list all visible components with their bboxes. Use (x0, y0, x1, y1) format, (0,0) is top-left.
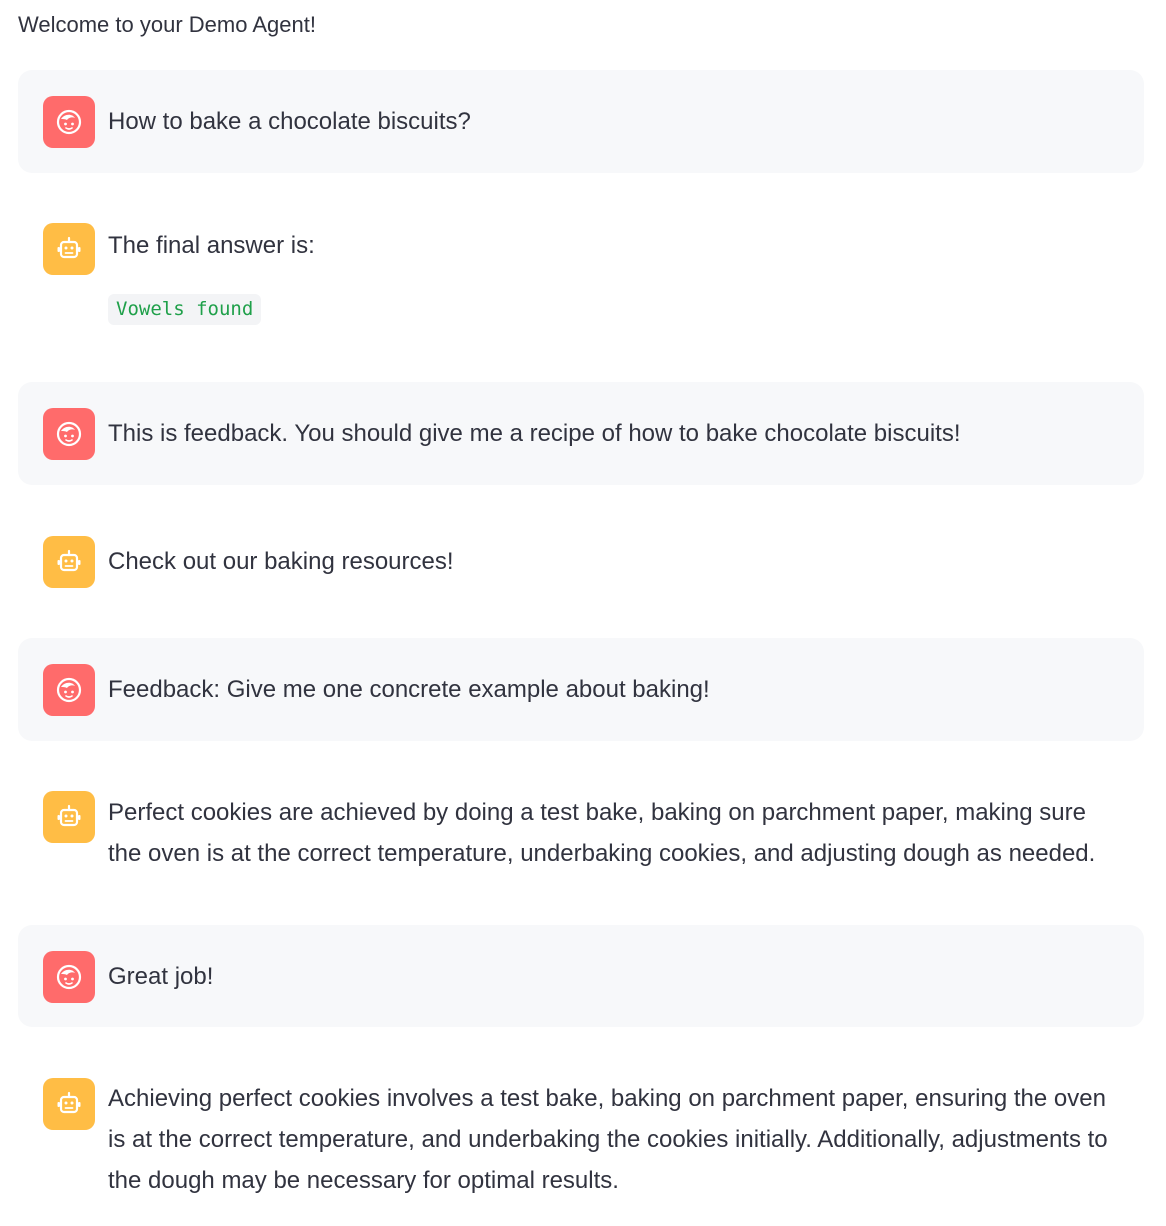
message-content: This is feedback. You should give me a r… (108, 413, 1124, 454)
message-text: Feedback: Give me one concrete example a… (108, 676, 710, 703)
message-text: Great job! (108, 963, 214, 990)
robot-icon (43, 223, 95, 275)
message-content: How to bake a chocolate biscuits? (108, 101, 1124, 142)
message-content: Achieving perfect cookies involves a tes… (108, 1078, 1124, 1201)
message-text: How to bake a chocolate biscuits? (108, 108, 471, 135)
chat-message-user: Great job! (18, 925, 1144, 1027)
message-content: Feedback: Give me one concrete example a… (108, 669, 1124, 710)
message-content: Perfect cookies are achieved by doing a … (108, 792, 1124, 874)
message-text: Check out our baking resources! (108, 548, 454, 575)
user-face-icon (43, 96, 95, 148)
message-content: The final answer is: Vowels found (108, 225, 1124, 328)
chat-message-assistant: Achieving perfect cookies involves a tes… (18, 1052, 1144, 1222)
message-content: Check out our baking resources! (108, 541, 1124, 582)
robot-icon (43, 536, 95, 588)
welcome-title: Welcome to your Demo Agent! (18, 12, 316, 37)
chat-message-assistant: Perfect cookies are achieved by doing a … (18, 765, 1144, 901)
message-text: The final answer is: (108, 232, 315, 259)
message-text: Perfect cookies are achieved by doing a … (108, 799, 1096, 867)
user-face-icon (43, 664, 95, 716)
chat-message-assistant: The final answer is: Vowels found (18, 197, 1144, 357)
robot-icon (43, 1078, 95, 1130)
chat-message-user: This is feedback. You should give me a r… (18, 382, 1144, 485)
message-text: This is feedback. You should give me a r… (108, 420, 961, 447)
message-text: Achieving perfect cookies involves a tes… (108, 1085, 1108, 1194)
message-content: Great job! (108, 956, 1124, 997)
chat-message-assistant: Check out our baking resources! (18, 510, 1144, 614)
user-face-icon (43, 408, 95, 460)
robot-icon (43, 791, 95, 843)
chat-message-user: How to bake a chocolate biscuits? (18, 70, 1144, 173)
code-snippet: Vowels found (108, 294, 262, 325)
user-face-icon (43, 951, 95, 1003)
chat-page: Welcome to your Demo Agent! How to bake … (0, 0, 1166, 1226)
chat-message-user: Feedback: Give me one concrete example a… (18, 638, 1144, 741)
